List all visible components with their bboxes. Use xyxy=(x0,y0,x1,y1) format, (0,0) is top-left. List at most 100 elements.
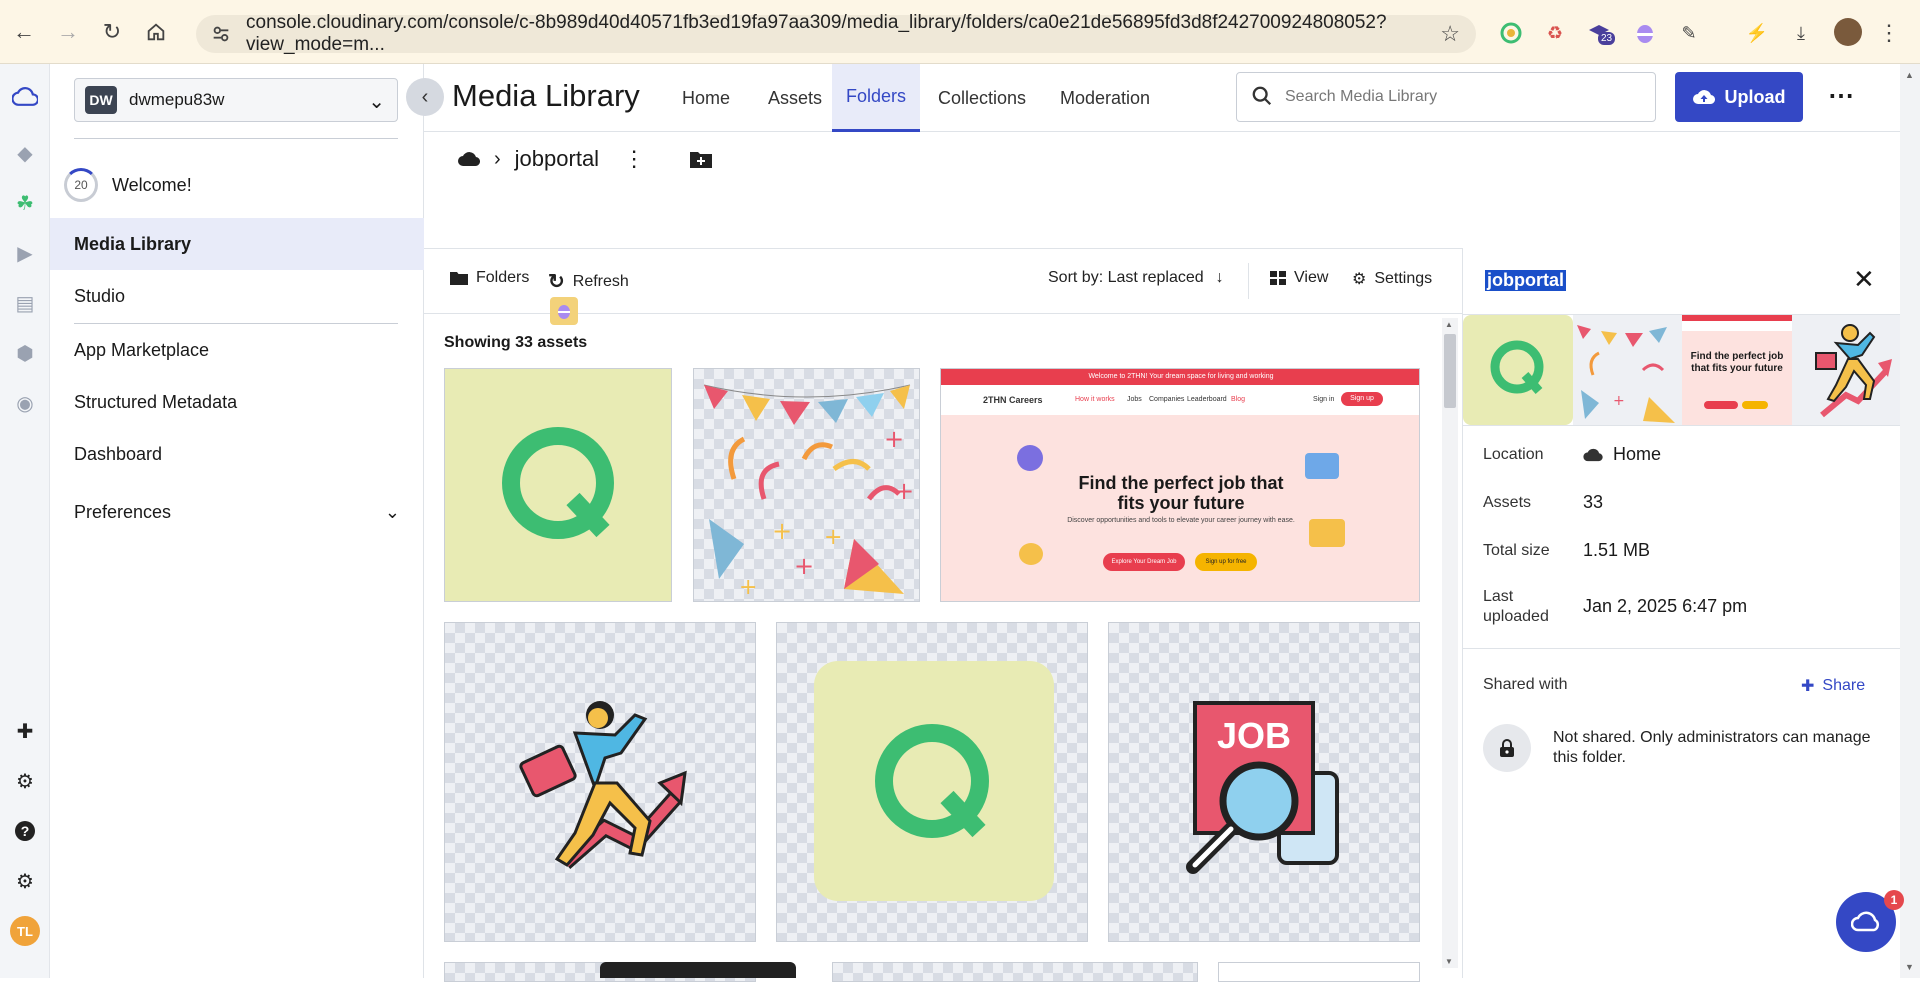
cloud-root-icon[interactable] xyxy=(458,151,480,167)
site-button: Sign up for free xyxy=(1195,553,1257,571)
extension-graduation-icon[interactable]: 23 xyxy=(1586,20,1616,46)
more-options-icon[interactable]: ⋯ xyxy=(1828,80,1854,111)
cloudinary-logo-icon[interactable] xyxy=(12,84,38,110)
sidebar-item-app-marketplace[interactable]: App Marketplace xyxy=(50,324,424,376)
extensions-puzzle-icon[interactable]: ✎ xyxy=(1676,20,1702,46)
refresh-button[interactable]: ↻ Refresh xyxy=(548,269,629,294)
new-folder-icon[interactable] xyxy=(689,149,713,169)
site-info-icon[interactable] xyxy=(210,23,232,45)
site-signup: Sign up xyxy=(1341,392,1383,406)
assets-value: 33 xyxy=(1583,492,1604,512)
sidebar-item-structured-metadata[interactable]: Structured Metadata xyxy=(50,376,424,428)
upload-label: Upload xyxy=(1724,86,1786,107)
extension-badge: 23 xyxy=(1598,32,1616,45)
divider xyxy=(74,138,398,139)
asset-thumbnail-q-logo-rounded[interactable] xyxy=(776,622,1088,942)
asset-thumbnail-job-search[interactable]: JOB xyxy=(1108,622,1420,942)
tab-assets[interactable]: Assets xyxy=(754,64,836,132)
forward-icon[interactable]: → xyxy=(48,12,88,52)
upload-button[interactable]: Upload xyxy=(1675,72,1803,122)
site-headline: Find the perfect job that xyxy=(1078,473,1284,493)
address-bar[interactable]: console.cloudinary.com/console/c-8b989d4… xyxy=(196,12,1476,55)
preview-career-climb xyxy=(1791,315,1901,425)
briefcase-icon xyxy=(1309,519,1345,547)
sidebar-item-studio[interactable]: Studio xyxy=(50,270,424,322)
reload-icon[interactable]: ↻ xyxy=(92,12,132,52)
addons-puzzle-icon[interactable]: ⚙ xyxy=(12,768,38,794)
sidebar-item-preferences[interactable]: Preferences ⌄ xyxy=(50,486,424,538)
scrollbar-thumb[interactable] xyxy=(1444,334,1456,408)
view-button[interactable]: View xyxy=(1270,269,1328,287)
sidebar-item-label: Preferences xyxy=(74,501,172,522)
svg-text:?: ? xyxy=(21,823,30,839)
home-icon[interactable] xyxy=(136,12,176,52)
site-signin: Sign in xyxy=(1313,396,1335,403)
site-nav-item: Blog xyxy=(1231,396,1246,403)
page-header: Media Library Home Assets Folders Collec… xyxy=(424,64,1900,132)
video-icon[interactable]: ▶ xyxy=(12,240,38,266)
svg-text:+: + xyxy=(739,575,757,600)
asset-thumbnail-q-logo[interactable] xyxy=(444,368,672,602)
settings-gear-icon[interactable]: ⚙ xyxy=(12,868,38,894)
asset-thumbnail-confetti[interactable]: + + + + + + xyxy=(693,368,920,602)
add-user-icon[interactable]: ✚ xyxy=(12,718,38,744)
user-avatar[interactable]: TL xyxy=(10,916,40,946)
url-text: console.cloudinary.com/console/c-8b989d4… xyxy=(246,12,1387,55)
svg-text:+: + xyxy=(1613,393,1625,409)
share-label: Share xyxy=(1822,677,1866,694)
sidebar-item-media-library[interactable]: Media Library xyxy=(50,218,424,270)
content-scrollbar[interactable]: ▲ ▼ xyxy=(1442,318,1458,968)
browser-menu-icon[interactable]: ⋮ xyxy=(1876,20,1902,46)
programmable-media-icon[interactable]: ◆ xyxy=(12,140,38,166)
scroll-down-icon[interactable]: ▼ xyxy=(1905,962,1914,972)
preview-q-logo xyxy=(1463,315,1573,425)
scroll-down-icon[interactable]: ▼ xyxy=(1445,957,1453,966)
welcome-item[interactable]: 20 Welcome! xyxy=(64,168,192,202)
close-icon[interactable]: ✕ xyxy=(1853,264,1875,295)
folders-toggle-button[interactable]: Folders xyxy=(450,269,529,287)
collapse-sidebar-button[interactable]: ‹ xyxy=(406,78,444,116)
asset-thumbnail-career-climb[interactable] xyxy=(444,622,756,942)
search-placeholder: Search Media Library xyxy=(1285,88,1438,105)
dam-icon[interactable]: ▤ xyxy=(12,290,38,316)
bookmark-star-icon[interactable]: ☆ xyxy=(1440,21,1460,47)
welcome-label: Welcome! xyxy=(112,174,192,195)
scroll-up-icon[interactable]: ▲ xyxy=(1905,70,1914,80)
search-input[interactable]: Search Media Library xyxy=(1236,72,1656,122)
tab-collections[interactable]: Collections xyxy=(924,64,1040,132)
account-selector[interactable]: DW dwmepu83w ⌄ xyxy=(74,78,398,122)
ai-icon[interactable]: ◉ xyxy=(12,390,38,416)
extension-egg-icon[interactable] xyxy=(1632,20,1658,46)
tab-home[interactable]: Home xyxy=(668,64,744,132)
download-icon[interactable]: ⤓ xyxy=(1788,20,1814,46)
settings-button[interactable]: ⚙ Settings xyxy=(1352,269,1432,289)
assets-icon[interactable]: ☘ xyxy=(12,190,38,216)
location-value[interactable]: Home xyxy=(1583,444,1661,465)
site-nav-item: Companies xyxy=(1149,396,1185,403)
breadcrumb-separator: › xyxy=(494,147,501,170)
q-logo-image xyxy=(502,427,614,539)
page-scrollbar[interactable]: ▲ ▼ xyxy=(1900,64,1920,978)
folder-menu-icon[interactable]: ⋮ xyxy=(623,146,645,172)
sort-button[interactable]: Sort by: Last replaced ↓ xyxy=(1048,269,1224,287)
share-button[interactable]: ✚ Share xyxy=(1801,676,1865,696)
help-icon[interactable]: ? xyxy=(12,818,38,844)
gear-icon: ⚙ xyxy=(1352,271,1367,288)
scroll-up-icon[interactable]: ▲ xyxy=(1445,320,1453,329)
tab-folders[interactable]: Folders xyxy=(832,64,921,132)
extension-target-icon[interactable] xyxy=(1498,20,1524,46)
site-subtext: Discover opportunities and tools to elev… xyxy=(1067,517,1295,524)
tab-moderation[interactable]: Moderation xyxy=(1046,64,1164,132)
profile-avatar[interactable] xyxy=(1834,18,1862,46)
performance-icon[interactable]: ⚡ xyxy=(1744,20,1770,46)
sidebar-item-dashboard[interactable]: Dashboard xyxy=(50,428,424,480)
asset-thumbnail-partial[interactable] xyxy=(832,962,1198,982)
cube-icon[interactable]: ⬢ xyxy=(12,340,38,366)
asset-thumbnail-website[interactable]: Welcome to 2THN! Your dream space for li… xyxy=(940,368,1420,602)
sidebar-item-label: App Marketplace xyxy=(74,339,210,360)
extension-floating-icon[interactable] xyxy=(550,297,578,325)
back-icon[interactable]: ← xyxy=(4,12,44,52)
asset-thumbnail-partial[interactable] xyxy=(1218,962,1420,982)
extension-network-icon[interactable]: ♻ xyxy=(1542,20,1568,46)
bulk-action-bar xyxy=(600,962,796,978)
